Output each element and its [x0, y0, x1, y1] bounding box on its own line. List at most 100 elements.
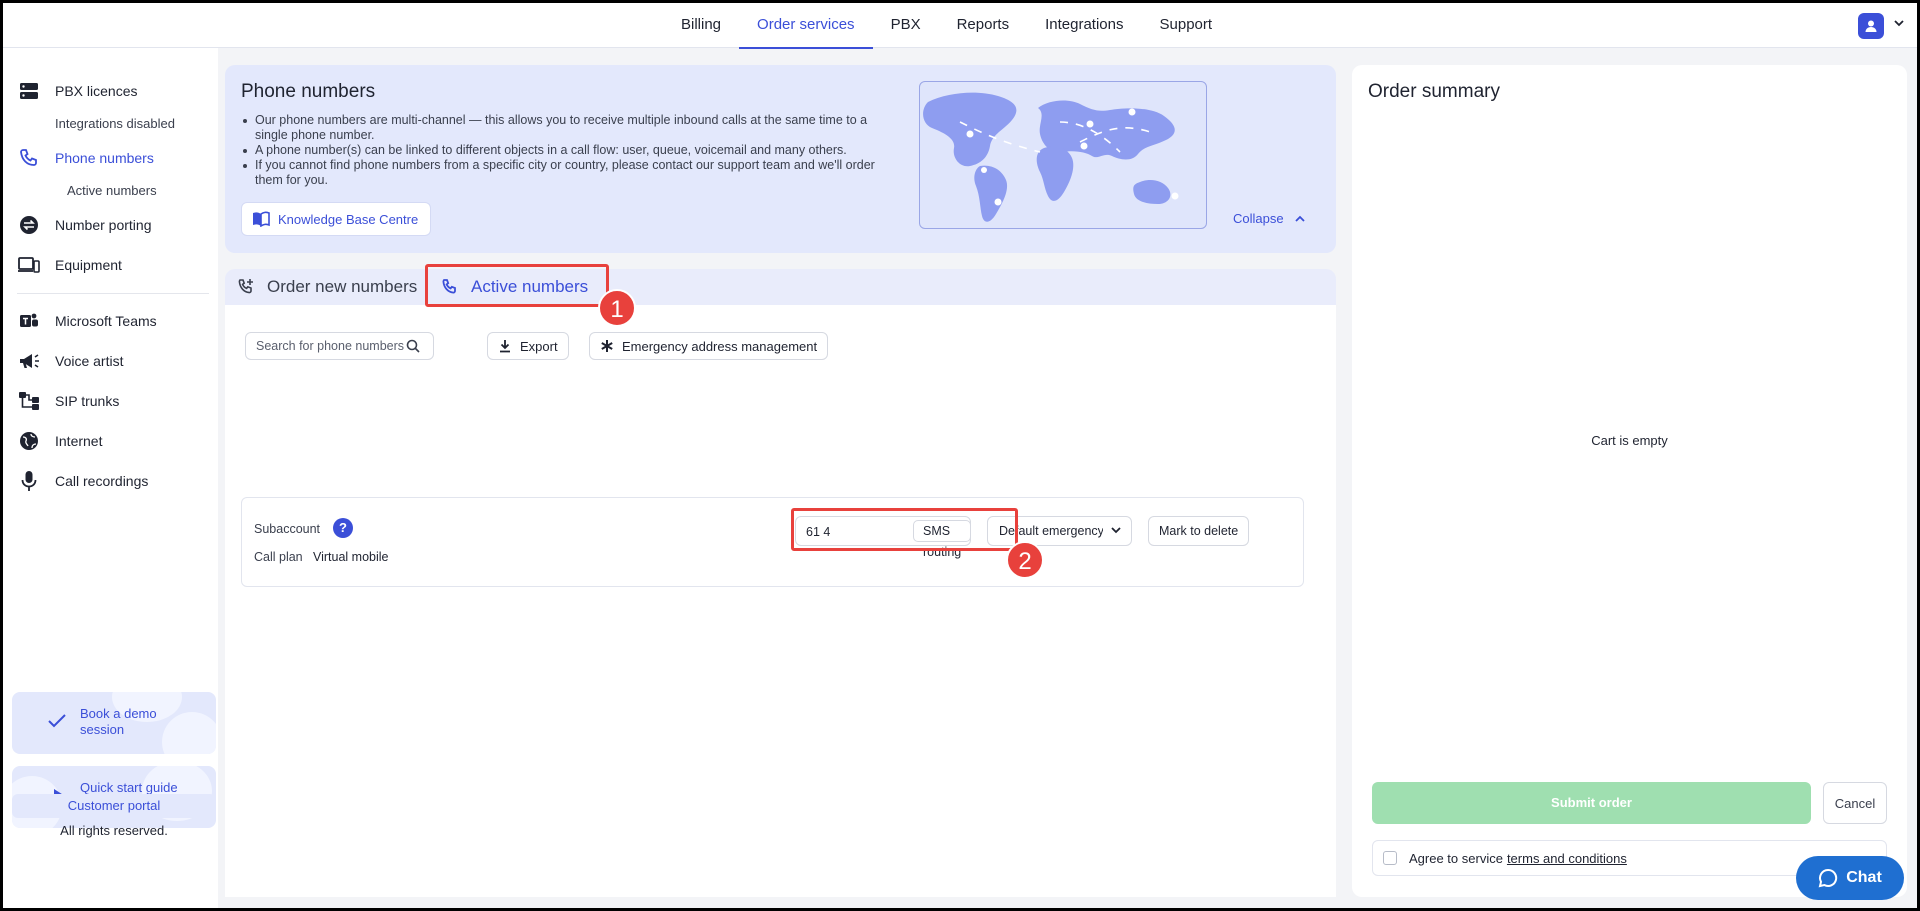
sidebar-item-label: Microsoft Teams [55, 313, 157, 329]
info-bullet: A phone number(s) can be linked to diffe… [241, 143, 901, 158]
sidebar-item-label: Number porting [55, 217, 152, 233]
nav-billing[interactable]: Billing [663, 3, 739, 48]
top-navigation: Billing Order services PBX Reports Integ… [3, 3, 1917, 49]
submit-order-button[interactable]: Submit order [1372, 782, 1811, 824]
chevron-down-icon[interactable] [1892, 16, 1906, 30]
dropdown-selected-value: Default emergency [999, 524, 1103, 538]
nav-pbx[interactable]: PBX [873, 3, 939, 48]
globe-icon [17, 429, 41, 453]
world-map-icon [923, 92, 1179, 222]
phone-number-value: 61 4 [806, 525, 831, 539]
sidebar-item-voice-artist[interactable]: Voice artist [17, 347, 123, 375]
sidebar-sub-active-numbers[interactable]: Active numbers [67, 183, 157, 198]
tab-label: Active numbers [471, 277, 589, 296]
transfer-icon [17, 213, 41, 237]
emergency-address-button[interactable]: Emergency address management [589, 332, 829, 360]
cancel-button[interactable]: Cancel [1823, 782, 1887, 824]
sidebar-item-microsoft-teams[interactable]: Microsoft Teams [17, 307, 157, 335]
asterisk-icon [600, 339, 614, 353]
sidebar-item-number-porting[interactable]: Number porting [17, 211, 152, 239]
sidebar-sub-integrations-disabled[interactable]: Integrations disabled [55, 116, 175, 131]
search-icon[interactable] [406, 339, 420, 353]
collapse-label: Collapse [1233, 211, 1284, 226]
help-icon[interactable]: ? [333, 518, 353, 538]
book-demo-card[interactable]: Book a demo session [12, 692, 216, 754]
knowledge-base-label: Knowledge Base Centre [278, 211, 419, 227]
sidebar-item-pbx-licences[interactable]: PBX licences [17, 77, 137, 105]
nav-order-services[interactable]: Order services [739, 3, 873, 49]
app-frame: Billing Order services PBX Reports Integ… [0, 0, 1920, 911]
order-summary-panel: Order summary Cart is empty Submit order… [1352, 65, 1907, 897]
chat-label: Chat [1846, 869, 1882, 886]
world-map-illustration [919, 81, 1207, 229]
export-button[interactable]: Export [487, 332, 569, 360]
sidebar-item-label: Internet [55, 433, 103, 449]
sidebar-item-internet[interactable]: Internet [17, 427, 102, 455]
tab-order-new-numbers[interactable]: Order new numbers [237, 269, 417, 305]
sidebar: PBX licences Integrations disabled Phone… [3, 48, 218, 908]
megaphone-icon [17, 349, 41, 373]
search-box[interactable] [245, 332, 434, 360]
check-icon [48, 714, 66, 728]
tab-active-numbers[interactable]: Active numbers [441, 269, 588, 305]
sidebar-item-sip-trunks[interactable]: SIP trunks [17, 387, 119, 415]
sidebar-item-label: PBX licences [55, 83, 138, 99]
mark-to-delete-button[interactable]: Mark to delete [1148, 516, 1250, 546]
cart-empty-text: Cart is empty [1591, 433, 1668, 448]
agree-text: Agree to service [1409, 850, 1503, 866]
nav-support[interactable]: Support [1142, 3, 1231, 48]
phone-number-field: 61 4 SMS routing [795, 516, 972, 559]
phone-icon [441, 278, 459, 296]
collapse-button[interactable]: Collapse [1233, 211, 1306, 226]
numbers-tabs: Order new numbers Active numbers [225, 269, 1336, 305]
phone-number-row: Subaccount ? Call plan Virtual mobile 61… [241, 497, 1304, 587]
nav-reports[interactable]: Reports [939, 3, 1028, 48]
nav-integrations[interactable]: Integrations [1027, 3, 1141, 48]
sidebar-item-label: SIP trunks [55, 393, 120, 409]
sidebar-item-phone-numbers[interactable]: Phone numbers [17, 144, 154, 172]
emergency-address-dropdown[interactable]: Default emergency [987, 516, 1132, 546]
step-badge-1: 1 [598, 289, 636, 327]
emergency-address-label: Emergency address management [622, 338, 818, 354]
phone-numbers-info-banner: Phone numbers Our phone numbers are mult… [225, 65, 1336, 253]
info-bullets: Our phone numbers are multi-channel — th… [241, 113, 901, 188]
network-icon [17, 389, 41, 413]
book-icon [252, 211, 270, 227]
sidebar-item-label: Equipment [55, 257, 122, 273]
search-input[interactable] [256, 339, 406, 353]
user-icon [1865, 20, 1877, 32]
info-bullet: If you cannot find phone numbers from a … [241, 158, 901, 188]
sidebar-item-label: Voice artist [55, 353, 124, 369]
order-summary-title: Order summary [1368, 81, 1500, 102]
info-bullet: Our phone numbers are multi-channel — th… [241, 113, 901, 143]
teams-icon [17, 309, 41, 333]
server-icon [17, 79, 41, 103]
page-title: Phone numbers [241, 81, 376, 102]
terms-link[interactable]: terms and conditions [1507, 851, 1627, 866]
sidebar-item-equipment[interactable]: Equipment [17, 251, 122, 279]
call-plan-value: Virtual mobile [313, 550, 389, 564]
knowledge-base-button[interactable]: Knowledge Base Centre [241, 202, 432, 236]
active-numbers-panel: Export Emergency address management Suba… [225, 305, 1336, 897]
subaccount-label: Subaccount [254, 522, 321, 536]
sidebar-item-label: Call recordings [55, 473, 149, 489]
step-badge-2: 2 [1006, 541, 1044, 579]
chat-button[interactable]: Chat [1796, 856, 1904, 900]
phone-add-icon [237, 278, 255, 296]
chat-bubble-icon [1818, 868, 1838, 888]
customer-portal-link[interactable]: Customer portal [12, 794, 216, 818]
sidebar-item-label: Phone numbers [55, 150, 154, 166]
sidebar-item-call-recordings[interactable]: Call recordings [17, 467, 148, 495]
nav-links: Billing Order services PBX Reports Integ… [663, 3, 1231, 49]
call-plan-label: Call plan [254, 550, 303, 564]
copyright-text: All rights reserved. [60, 823, 168, 838]
sms-routing-button[interactable]: SMS routing [913, 520, 972, 559]
phone-icon [17, 146, 41, 170]
sidebar-divider [17, 293, 209, 294]
chevron-up-icon [1294, 214, 1306, 224]
book-demo-label: Book a demo session [80, 706, 157, 737]
user-avatar[interactable] [1858, 13, 1884, 39]
devices-icon [17, 253, 41, 277]
agree-checkbox[interactable] [1383, 851, 1397, 865]
chevron-down-icon [1111, 526, 1121, 534]
